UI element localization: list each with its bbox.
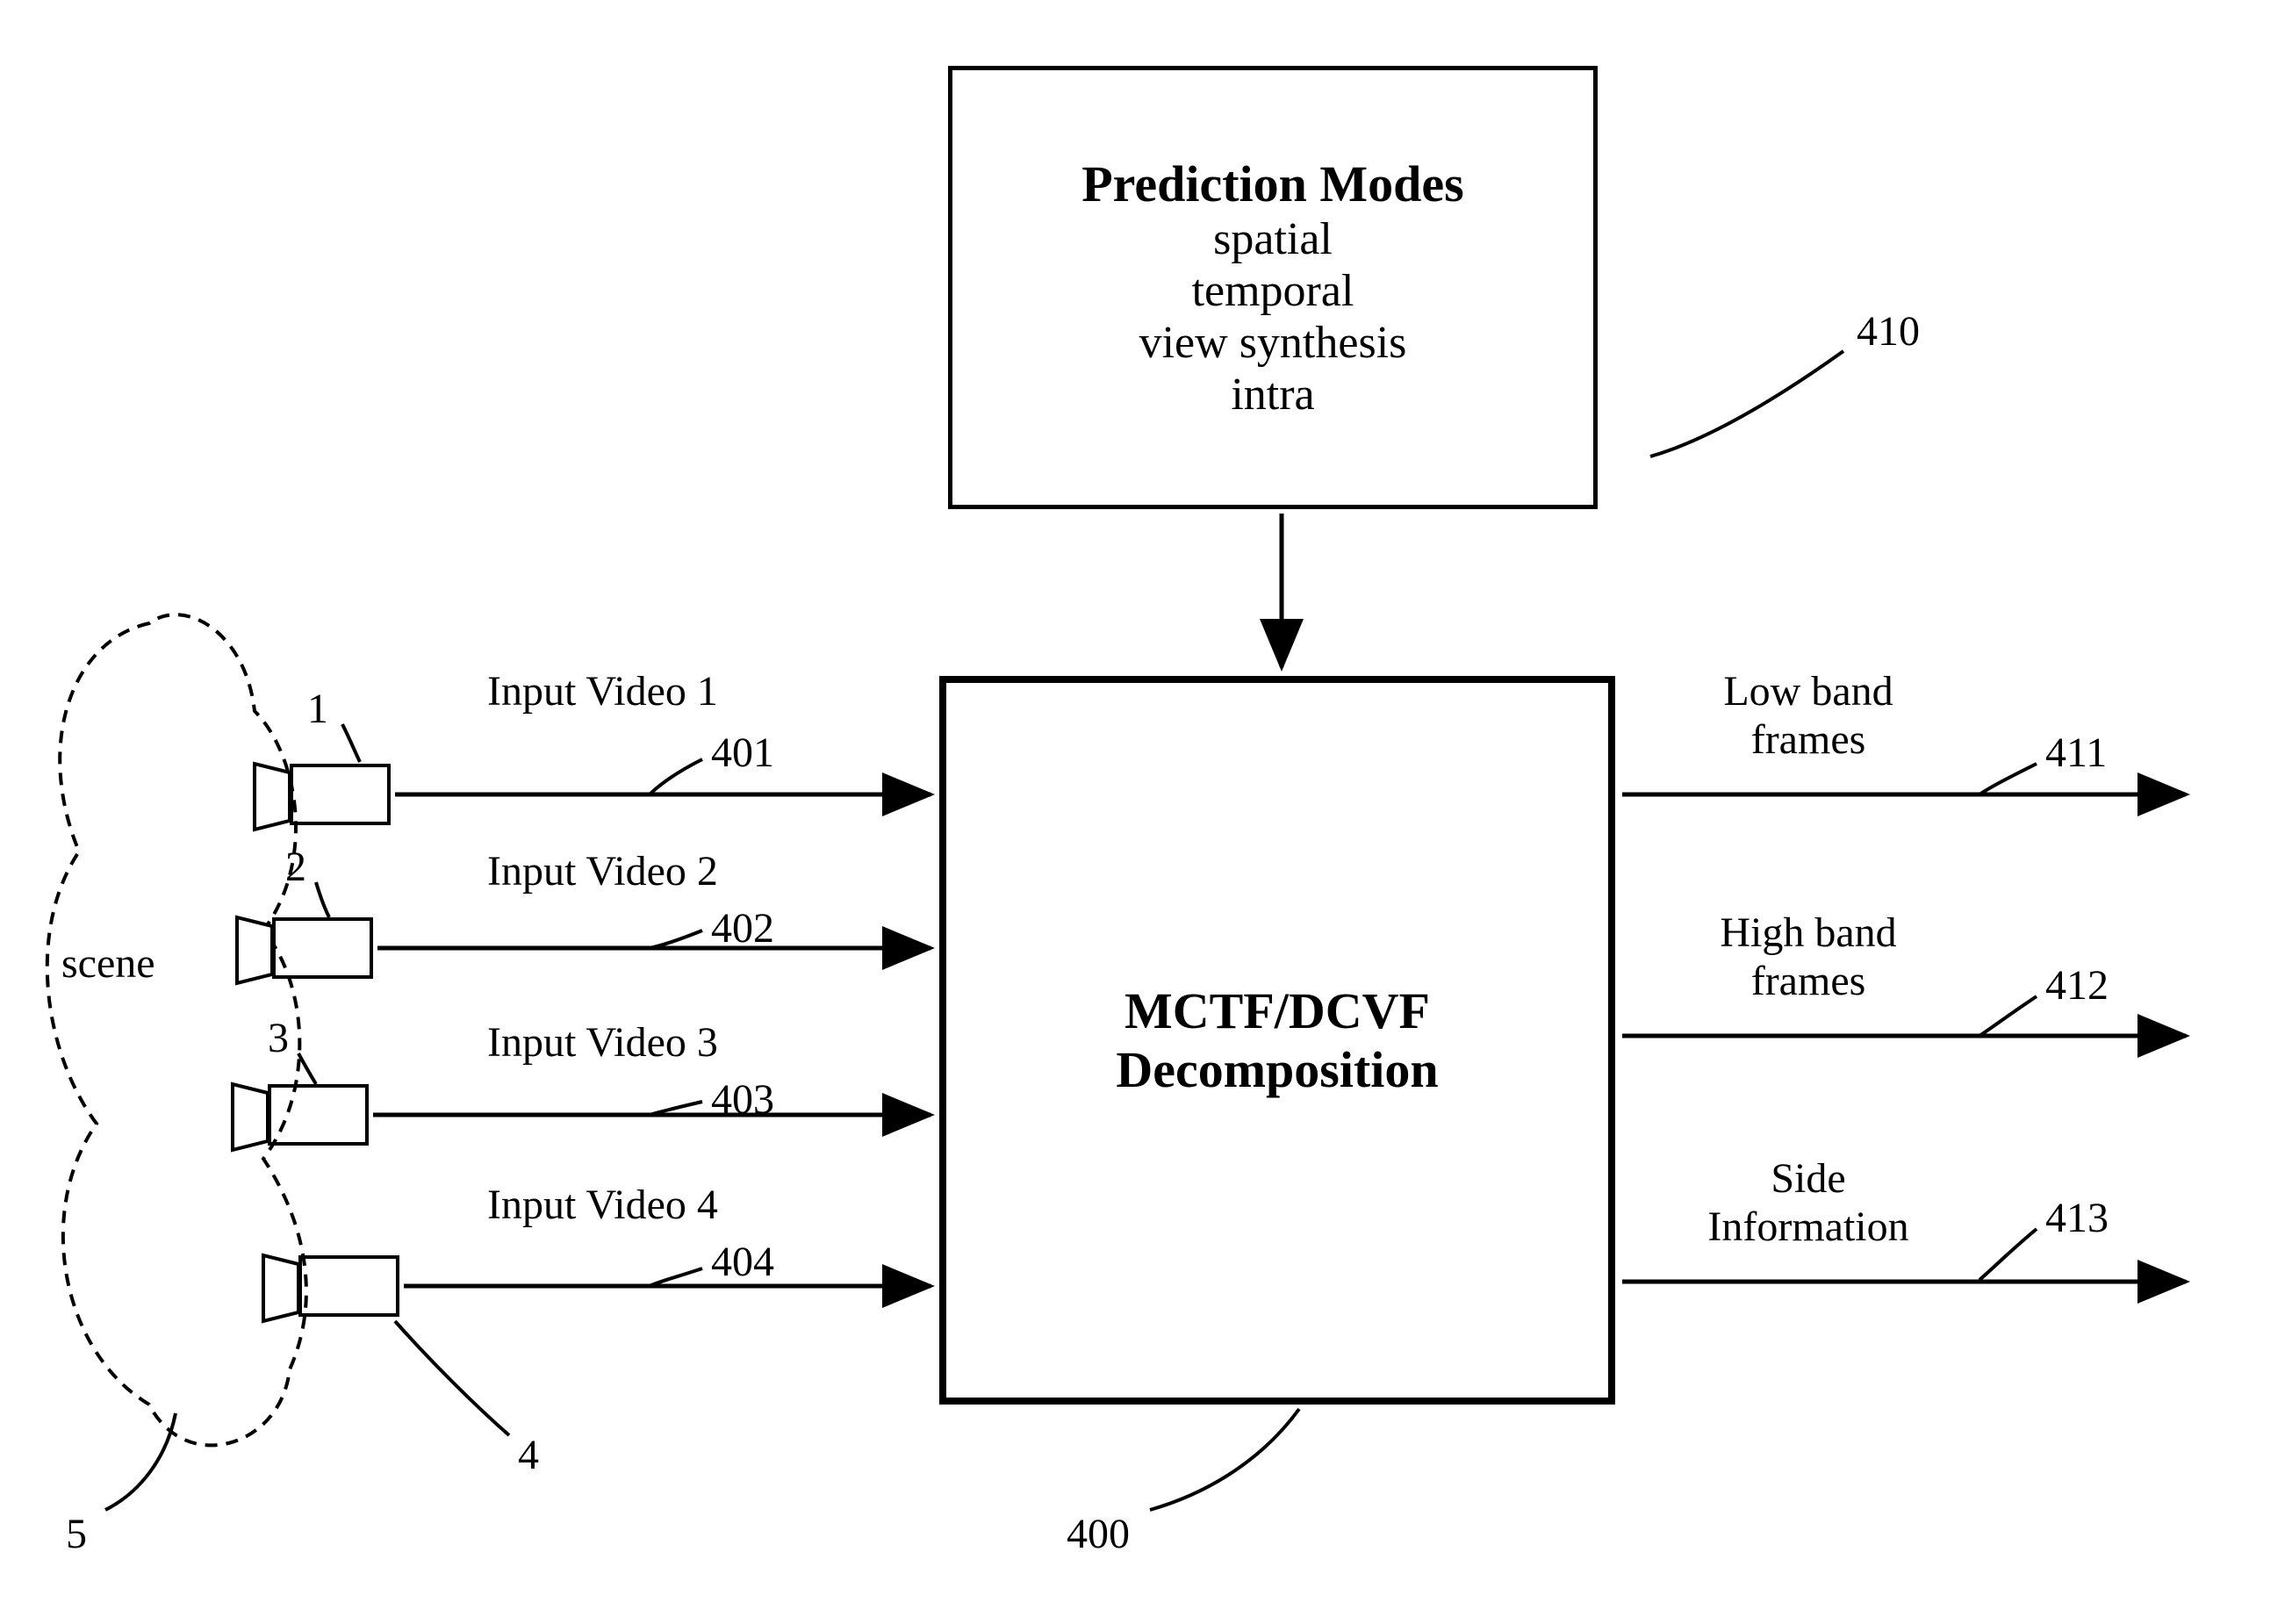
output-side-info-label: Side Information <box>1677 1154 1940 1251</box>
output-high-band-l1: High band <box>1694 909 1922 957</box>
output-high-band-label: High band frames <box>1694 909 1922 1005</box>
ref-5: 5 <box>66 1510 87 1558</box>
prediction-modes-title: Prediction Modes <box>1081 154 1463 213</box>
input-3-ref: 403 <box>711 1075 774 1124</box>
input-4-label: Input Video 4 <box>487 1181 718 1229</box>
camera-3-label: 3 <box>268 1014 289 1062</box>
input-4-ref: 404 <box>711 1238 774 1286</box>
input-3-label: Input Video 3 <box>487 1018 718 1067</box>
output-low-band-l1: Low band <box>1694 667 1922 715</box>
output-low-band-label: Low band frames <box>1694 667 1922 764</box>
prediction-mode-view-synthesis: view synthesis <box>1139 317 1407 369</box>
output-side-info-l1: Side <box>1677 1154 1940 1203</box>
ref-400: 400 <box>1067 1510 1130 1558</box>
input-2-label: Input Video 2 <box>487 847 718 895</box>
scene-label: scene <box>61 939 155 988</box>
output-high-band-ref: 412 <box>2045 961 2109 1010</box>
prediction-mode-spatial: spatial <box>1213 213 1333 265</box>
mctf-dcvf-box: MCTF/DCVF Decomposition <box>939 676 1615 1405</box>
prediction-modes-box: Prediction Modes spatial temporal view s… <box>948 66 1598 509</box>
output-low-band-l2: frames <box>1694 715 1922 764</box>
input-2-ref: 402 <box>711 904 774 952</box>
mctf-dcvf-line2: Decomposition <box>1116 1040 1438 1099</box>
prediction-mode-temporal: temporal <box>1192 265 1354 317</box>
ref-410: 410 <box>1857 307 1920 356</box>
camera-2-label: 2 <box>285 843 306 891</box>
prediction-mode-intra: intra <box>1231 369 1314 420</box>
output-side-info-ref: 413 <box>2045 1194 2109 1242</box>
input-1-label: Input Video 1 <box>487 667 718 715</box>
input-1-ref: 401 <box>711 729 774 777</box>
output-high-band-l2: frames <box>1694 957 1922 1005</box>
output-low-band-ref: 411 <box>2045 729 2107 777</box>
output-side-info-l2: Information <box>1677 1203 1940 1251</box>
camera-1-label: 1 <box>307 685 328 733</box>
camera-4-label: 4 <box>518 1431 539 1479</box>
mctf-dcvf-line1: MCTF/DCVF <box>1124 981 1430 1040</box>
